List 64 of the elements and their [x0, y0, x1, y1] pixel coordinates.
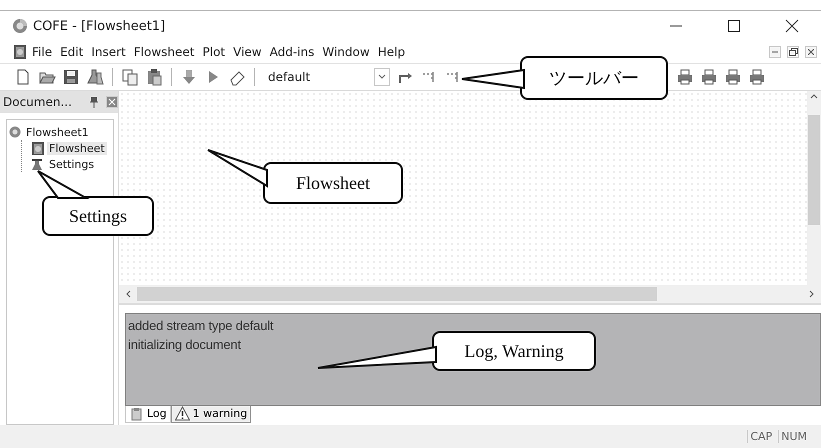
tree-item[interactable]: Flowsheet: [47, 142, 107, 154]
minimize-icon: [669, 25, 683, 27]
printer-icon: [724, 68, 742, 86]
horizontal-scrollbar[interactable]: [119, 284, 821, 303]
down-arrow-button[interactable]: [180, 68, 198, 86]
paste-button[interactable]: [145, 68, 163, 86]
printer-button[interactable]: [748, 68, 766, 86]
warning-icon: [174, 406, 190, 422]
menu-item[interactable]: Edit: [56, 45, 88, 59]
app-icon: [12, 18, 28, 34]
dropdown-value: default: [268, 70, 310, 84]
printer-icon: [748, 68, 766, 86]
minimize-button[interactable]: [769, 46, 781, 58]
printer-icon: [700, 68, 718, 86]
close-icon: [785, 19, 799, 33]
document-icon: [12, 44, 28, 60]
clipboard-icon: [129, 406, 144, 422]
tree-item[interactable]: Flowsheet1: [24, 126, 91, 138]
flask-button[interactable]: [86, 68, 104, 86]
callout: ツールバー: [520, 56, 668, 100]
copy-icon: [121, 68, 139, 86]
log-line: added stream type default: [128, 318, 274, 335]
menu-item[interactable]: Help: [374, 45, 410, 59]
document-icon: [30, 141, 44, 155]
save-button[interactable]: [62, 68, 80, 86]
printer-icon: [676, 68, 694, 86]
maximize-icon: [727, 19, 741, 33]
pin-icon: [89, 96, 99, 108]
menu-item[interactable]: Flowsheet: [130, 45, 198, 59]
callout-pointer: [461, 68, 525, 90]
close-icon: [808, 49, 814, 55]
menu-item[interactable]: Plot: [198, 45, 230, 59]
disc-icon: [9, 126, 21, 138]
copy-button[interactable]: [121, 68, 139, 86]
vertical-scrollbar[interactable]: [807, 91, 821, 285]
callout-pointer: [37, 170, 90, 199]
tree-item[interactable]: Settings: [47, 158, 96, 170]
panel-title: Documen...: [3, 95, 73, 109]
flask-icon: [86, 68, 104, 86]
close-button[interactable]: [805, 46, 817, 58]
restore-icon: [788, 48, 798, 56]
status-indicator: NUM: [778, 430, 809, 443]
minimize-icon: [772, 51, 778, 53]
menu-item[interactable]: Insert: [87, 45, 130, 59]
close-icon: [107, 97, 117, 107]
window-title: COFE - [Flowsheet1]: [33, 18, 166, 34]
log-tab[interactable]: Log: [125, 406, 171, 423]
log-line: initializing document: [128, 336, 241, 354]
menu-item[interactable]: File: [28, 45, 56, 59]
printer-button[interactable]: [676, 68, 694, 86]
menu-item[interactable]: View: [229, 45, 266, 59]
log-tab[interactable]: 1 warning: [170, 406, 252, 423]
paste-icon: [145, 68, 163, 86]
menu-item[interactable]: Add-ins: [266, 45, 318, 59]
status-indicator: CAP: [747, 430, 774, 443]
printer-button[interactable]: [724, 68, 742, 86]
callout-pointer: [207, 149, 268, 188]
restore-button[interactable]: [787, 46, 799, 58]
down-arrow-icon: [180, 68, 198, 86]
flask-icon: [30, 157, 44, 171]
close-panel-button[interactable]: [106, 96, 118, 108]
printer-button[interactable]: [700, 68, 718, 86]
menu-item[interactable]: Window: [318, 45, 374, 59]
save-icon: [62, 68, 80, 86]
